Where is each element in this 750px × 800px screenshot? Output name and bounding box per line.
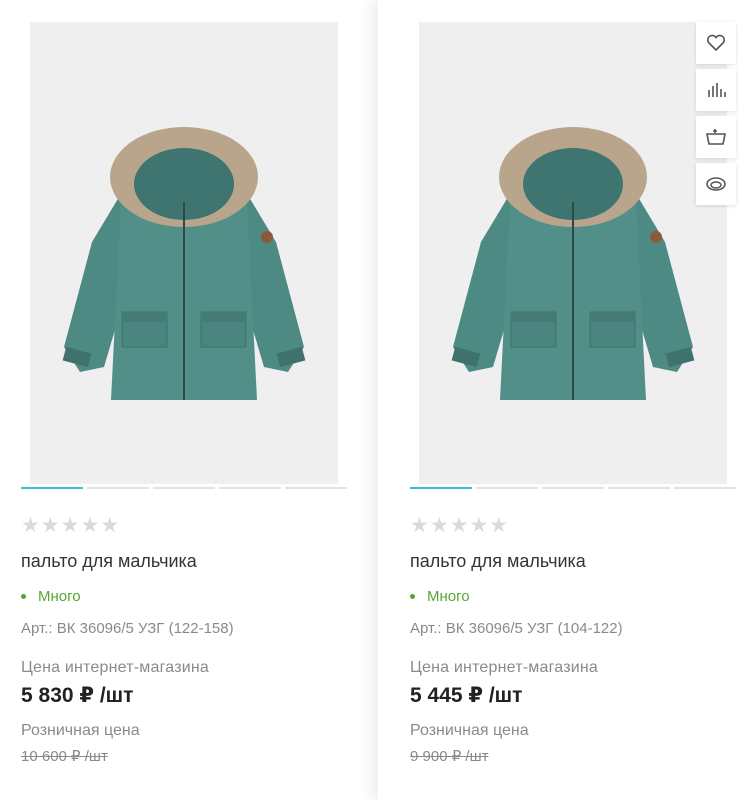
pagination-dot[interactable]: [153, 487, 215, 489]
rating-stars[interactable]: ★★★★★: [21, 513, 120, 538]
pagination-dot[interactable]: [542, 487, 604, 489]
retail-price: 9 900 ₽ /шт: [410, 748, 489, 765]
price-label: Цена интернет-магазина: [410, 659, 599, 676]
stock-label: Много: [427, 588, 470, 605]
pagination-dot[interactable]: [674, 487, 736, 489]
quick-view-button[interactable]: [696, 163, 736, 205]
stock-dot-icon: [21, 594, 26, 599]
retail-price-label: Розничная цена: [410, 722, 529, 739]
product-card[interactable]: ★★★★★ пальто для мальчика Много Арт.: ВК…: [0, 0, 366, 800]
pagination-dot[interactable]: [410, 487, 472, 489]
eye-icon: [706, 177, 726, 191]
add-to-cart-button[interactable]: [696, 116, 736, 158]
stock-status: Много: [21, 588, 81, 605]
retail-price: 10 600 ₽ /шт: [21, 748, 108, 765]
stock-dot-icon: [410, 594, 415, 599]
pagination-dot[interactable]: [21, 487, 83, 489]
coat-image: [451, 127, 695, 400]
pagination-dot[interactable]: [219, 487, 281, 489]
stock-status: Много: [410, 588, 470, 605]
compare-icon: [708, 83, 726, 97]
pagination-dot[interactable]: [87, 487, 149, 489]
product-card[interactable]: ★★★★★ пальто для мальчика Много Арт.: ВК…: [378, 0, 750, 800]
image-pagination[interactable]: [410, 487, 736, 489]
product-sku: Арт.: ВК 36096/5 УЗГ (104-122): [410, 620, 623, 637]
compare-button[interactable]: [696, 69, 736, 111]
product-title[interactable]: пальто для мальчика: [21, 551, 197, 572]
product-title[interactable]: пальто для мальчика: [410, 551, 586, 572]
image-pagination[interactable]: [21, 487, 347, 489]
favorite-button[interactable]: [696, 22, 736, 64]
pagination-dot[interactable]: [476, 487, 538, 489]
coat-image: [62, 127, 306, 400]
price: 5 830 ₽ /шт: [21, 684, 134, 707]
stock-label: Много: [38, 588, 81, 605]
price-label: Цена интернет-магазина: [21, 659, 210, 676]
heart-icon: [706, 34, 726, 52]
pagination-dot[interactable]: [608, 487, 670, 489]
product-sku: Арт.: ВК 36096/5 УЗГ (122-158): [21, 620, 234, 637]
product-image[interactable]: [30, 22, 338, 484]
price: 5 445 ₽ /шт: [410, 684, 523, 707]
quick-actions: [696, 22, 736, 205]
product-image[interactable]: [419, 22, 727, 484]
cart-icon: [706, 129, 726, 145]
pagination-dot[interactable]: [285, 487, 347, 489]
rating-stars[interactable]: ★★★★★: [410, 513, 509, 538]
retail-price-label: Розничная цена: [21, 722, 140, 739]
